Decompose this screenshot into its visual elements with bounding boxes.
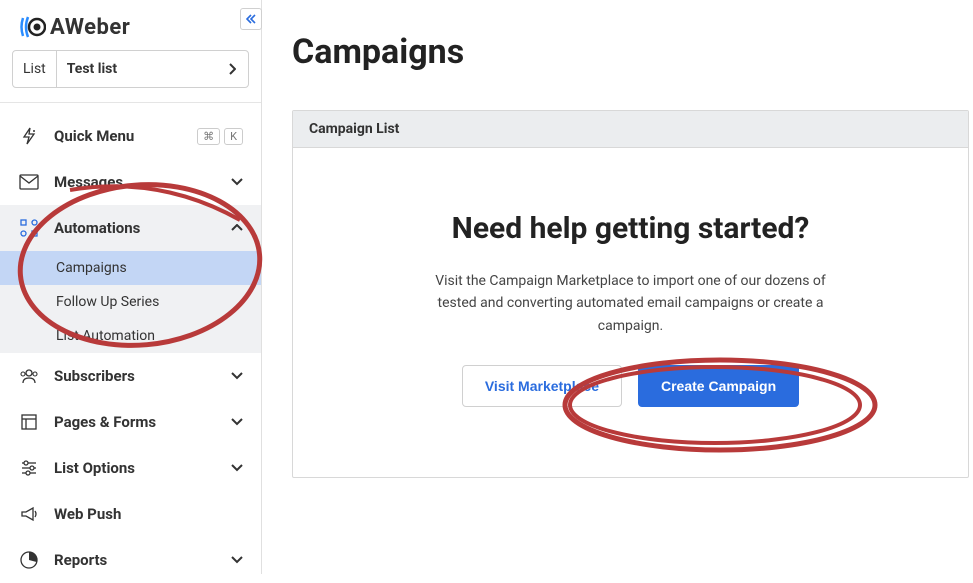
nav-reports[interactable]: Reports	[0, 537, 261, 583]
panel-body: Need help getting started? Visit the Cam…	[293, 148, 968, 477]
nav-label: List Options	[54, 459, 231, 477]
megaphone-icon	[18, 503, 40, 525]
nav-label: Reports	[54, 551, 231, 569]
automation-icon	[18, 217, 40, 239]
aweber-logo-icon	[20, 14, 46, 40]
nav: Quick Menu ⌘ K Messages Automations	[0, 103, 261, 583]
nav-label: Web Push	[54, 505, 243, 523]
sliders-icon	[18, 457, 40, 479]
chevron-down-icon	[231, 372, 243, 380]
sidebar: AWeber List Test list Quick Menu ⌘ K Mes…	[0, 0, 262, 574]
chevron-down-icon	[231, 464, 243, 472]
pages-icon	[18, 411, 40, 433]
nav-list-options[interactable]: List Options	[0, 445, 261, 491]
sub-follow-up-series[interactable]: Follow Up Series	[0, 285, 261, 319]
logo-area: AWeber	[0, 0, 261, 50]
nav-label: Pages & Forms	[54, 413, 231, 431]
create-campaign-button[interactable]: Create Campaign	[638, 365, 799, 407]
hero-description: Visit the Campaign Marketplace to import…	[421, 270, 841, 337]
sidebar-collapse-button[interactable]	[240, 8, 262, 30]
chevron-down-icon	[231, 418, 243, 426]
list-selector-value: Test list	[57, 61, 216, 77]
nav-label: Automations	[54, 219, 231, 237]
sub-campaigns[interactable]: Campaigns	[0, 251, 261, 285]
visit-marketplace-button[interactable]: Visit Marketplace	[462, 365, 622, 407]
subscribers-icon	[18, 365, 40, 387]
panel-header: Campaign List	[293, 111, 968, 148]
nav-pages-forms[interactable]: Pages & Forms	[0, 399, 261, 445]
sub-list-automation[interactable]: List Automation	[0, 319, 261, 353]
button-row: Visit Marketplace Create Campaign	[333, 365, 928, 407]
campaign-list-panel: Campaign List Need help getting started?…	[292, 110, 969, 478]
lightning-icon	[18, 125, 40, 147]
main-content: Campaigns Campaign List Need help gettin…	[262, 0, 973, 478]
hero-title: Need help getting started?	[333, 208, 928, 250]
nav-subscribers[interactable]: Subscribers	[0, 353, 261, 399]
nav-messages[interactable]: Messages	[0, 159, 261, 205]
envelope-icon	[18, 171, 40, 193]
nav-label: Messages	[54, 173, 231, 191]
list-selector-label: List	[13, 51, 57, 87]
nav-web-push[interactable]: Web Push	[0, 491, 261, 537]
sub-item-label: List Automation	[56, 328, 155, 344]
automations-submenu: Campaigns Follow Up Series List Automati…	[0, 251, 261, 353]
nav-label: Quick Menu	[54, 127, 197, 145]
list-selector[interactable]: List Test list	[12, 50, 249, 88]
sub-item-label: Follow Up Series	[56, 294, 159, 310]
keyboard-shortcut: ⌘ K	[197, 128, 243, 145]
sub-item-label: Campaigns	[56, 260, 127, 276]
chevron-right-icon	[216, 63, 248, 75]
nav-automations[interactable]: Automations	[0, 205, 261, 251]
nav-quick-menu[interactable]: Quick Menu ⌘ K	[0, 113, 261, 159]
page-title: Campaigns	[292, 32, 973, 72]
pie-chart-icon	[18, 549, 40, 571]
logo-text: AWeber	[50, 15, 130, 40]
chevron-down-icon	[231, 178, 243, 186]
chevron-down-icon	[231, 556, 243, 564]
nav-label: Subscribers	[54, 367, 231, 385]
logo[interactable]: AWeber	[20, 14, 241, 40]
chevron-double-left-icon	[246, 14, 256, 24]
chevron-up-icon	[231, 224, 243, 232]
